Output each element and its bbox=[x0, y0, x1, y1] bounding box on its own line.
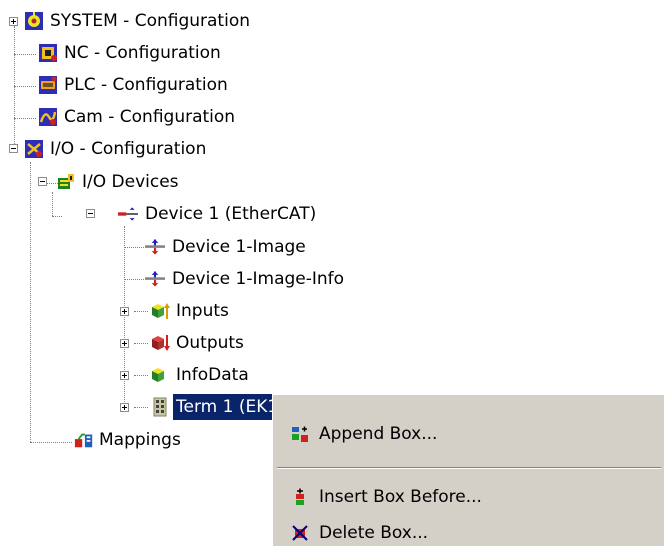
collapse-toggle[interactable] bbox=[38, 177, 47, 186]
image-icon bbox=[145, 239, 165, 255]
tree-item-label: Device 1-Image bbox=[172, 237, 306, 257]
tree-item-label: Mappings bbox=[99, 430, 181, 450]
tree-item-device1[interactable]: Device 1 (EtherCAT) bbox=[0, 198, 380, 230]
ethercat-device-icon bbox=[118, 207, 138, 221]
menu-item-label: Insert Box Before... bbox=[319, 487, 482, 507]
tree-item-cam[interactable]: Cam - Configuration bbox=[0, 101, 320, 133]
menu-item-insert-box-before[interactable]: Insert Box Before... bbox=[273, 481, 664, 513]
menu-item-label: Delete Box... bbox=[319, 523, 429, 543]
tree-item-system[interactable]: SYSTEM - Configuration bbox=[0, 5, 320, 37]
tree-item-device1-image-info[interactable]: Device 1-Image-Info bbox=[0, 263, 420, 295]
collapse-toggle[interactable] bbox=[86, 209, 95, 218]
expand-toggle[interactable] bbox=[120, 403, 129, 412]
tree-item-label: Device 1-Image-Info bbox=[172, 269, 345, 289]
tree-item-label: NC - Configuration bbox=[64, 43, 221, 63]
cam-config-icon bbox=[39, 108, 57, 126]
expand-toggle[interactable] bbox=[120, 307, 129, 316]
tree-item-label: I/O Devices bbox=[82, 172, 179, 192]
delete-box-icon bbox=[292, 525, 308, 541]
expand-toggle[interactable] bbox=[9, 17, 18, 26]
io-devices-icon bbox=[58, 174, 74, 189]
menu-item-append-box[interactable]: Append Box... bbox=[273, 418, 664, 450]
menu-item-delete-box[interactable]: Delete Box... bbox=[273, 517, 664, 549]
tree-item-label: Cam - Configuration bbox=[64, 107, 236, 127]
menu-separator bbox=[277, 467, 661, 469]
tree-item-label: PLC - Configuration bbox=[64, 75, 228, 95]
tree-item-label: Outputs bbox=[176, 333, 244, 353]
tree-item-nc[interactable]: NC - Configuration bbox=[0, 37, 320, 69]
append-box-icon bbox=[292, 426, 308, 442]
inputs-icon bbox=[152, 303, 170, 319]
tree-item-infodata[interactable]: InfoData bbox=[0, 359, 320, 391]
tree-item-label: InfoData bbox=[176, 365, 249, 385]
terminal-icon bbox=[153, 397, 167, 417]
tree-item-io-devices[interactable]: I/O Devices bbox=[0, 166, 320, 198]
tree-item-label: Inputs bbox=[176, 301, 229, 321]
context-menu: Append Box... Insert Box Before... Delet… bbox=[272, 394, 664, 546]
menu-item-label: Append Box... bbox=[319, 424, 438, 444]
collapse-toggle[interactable] bbox=[9, 144, 18, 153]
infodata-icon bbox=[152, 368, 164, 382]
insert-box-icon bbox=[296, 488, 304, 505]
tree-item-inputs[interactable]: Inputs bbox=[0, 295, 320, 327]
tree-item-outputs[interactable]: Outputs bbox=[0, 327, 320, 359]
image-info-icon bbox=[145, 271, 165, 287]
tree-item-plc[interactable]: PLC - Configuration bbox=[0, 69, 320, 101]
mappings-icon bbox=[74, 433, 93, 448]
expand-toggle[interactable] bbox=[120, 339, 129, 348]
system-config-icon bbox=[25, 12, 43, 30]
outputs-icon bbox=[152, 335, 170, 351]
tree-item-io[interactable]: I/O - Configuration bbox=[0, 133, 320, 165]
tree-item-label: Device 1 (EtherCAT) bbox=[145, 204, 317, 224]
nc-config-icon bbox=[39, 44, 57, 62]
tree-item-label: SYSTEM - Configuration bbox=[50, 11, 250, 31]
io-config-icon bbox=[25, 140, 43, 158]
expand-toggle[interactable] bbox=[120, 371, 129, 380]
tree-item-label: I/O - Configuration bbox=[50, 139, 207, 159]
tree-item-device1-image[interactable]: Device 1-Image bbox=[0, 231, 380, 263]
plc-config-icon bbox=[39, 76, 57, 94]
